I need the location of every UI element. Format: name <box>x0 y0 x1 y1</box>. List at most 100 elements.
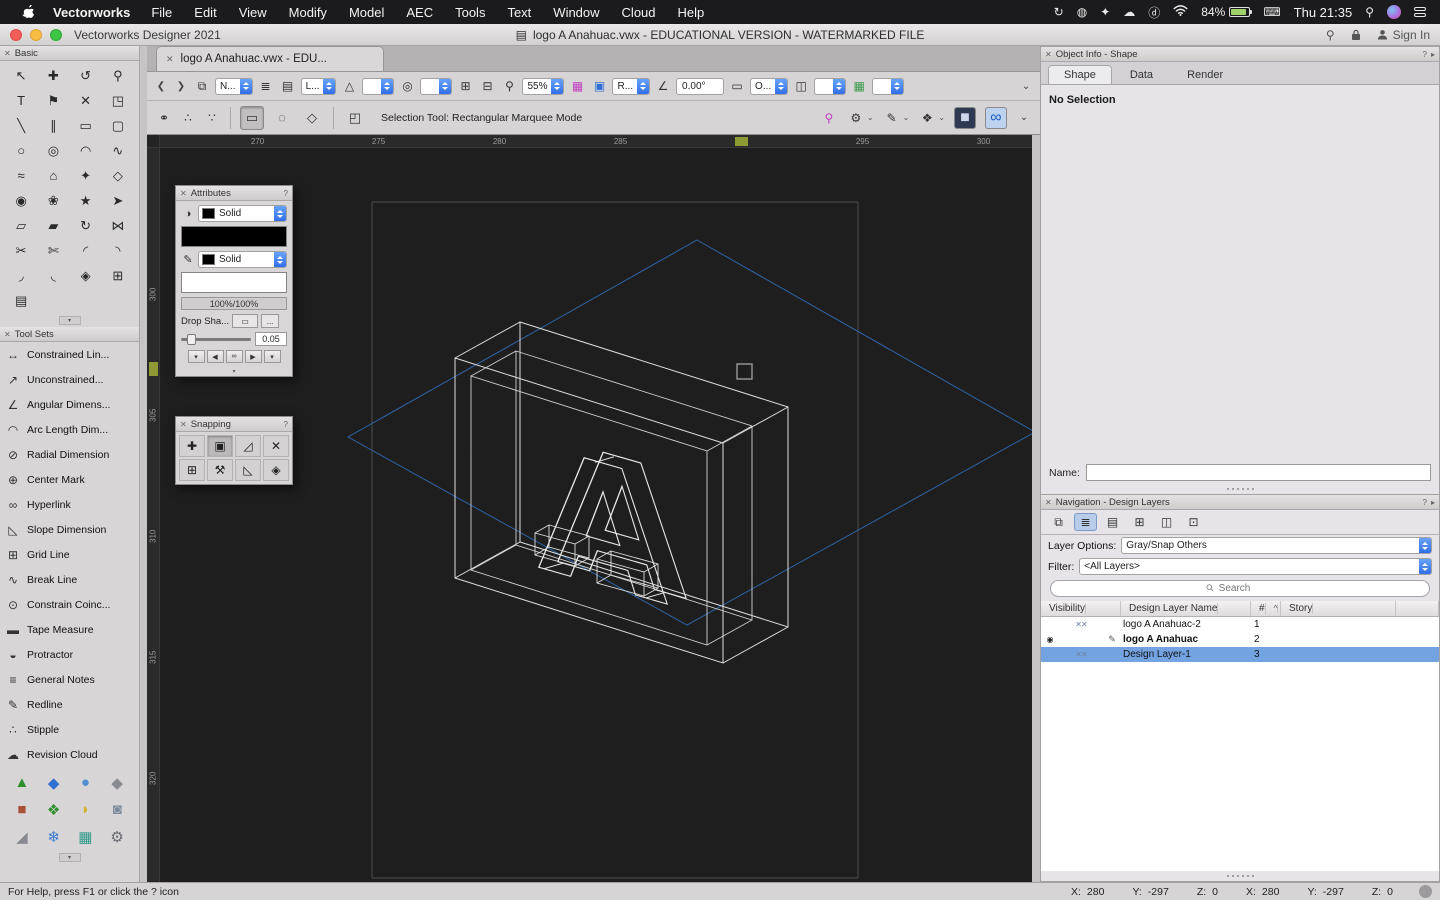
view-pane-icon[interactable]: ◫ <box>792 77 810 95</box>
menu-item[interactable]: View <box>228 5 278 20</box>
menu-item[interactable]: Window <box>542 5 610 20</box>
menu-item[interactable]: File <box>140 5 183 20</box>
working-plane-icon[interactable]: △ <box>340 77 358 95</box>
visibility-off-icon[interactable]: ✕✕ <box>1059 650 1103 659</box>
settings-tools-icon[interactable]: ⚙ <box>101 823 133 850</box>
polyline-tool[interactable]: ≈ <box>5 163 37 188</box>
grid-tools-icon[interactable]: ▦ <box>70 823 102 850</box>
stone-tools-icon[interactable]: ◆ <box>101 769 133 796</box>
nav-design-layers-icon[interactable]: ≣ <box>1074 513 1097 531</box>
toolset-item[interactable]: ◠ Arc Length Dim... <box>0 417 139 442</box>
toolbar-overflow-chevron[interactable]: ⌄ <box>1018 77 1034 95</box>
menu-bar-clock[interactable]: Thu 21:35 <box>1294 5 1353 20</box>
toolset-item[interactable]: ◒ Protractor <box>0 642 139 667</box>
rotate-tool[interactable]: ↻ <box>70 213 102 238</box>
attr-dropdown-button-2[interactable]: ▾ <box>263 350 281 363</box>
close-tab-icon[interactable]: ✕ <box>166 54 174 65</box>
arc-tool[interactable]: ◠ <box>70 138 102 163</box>
opacity-indicator[interactable]: 100%/100% <box>181 297 287 310</box>
visible-eye-icon[interactable]: ◉ <box>1041 635 1059 644</box>
sign-in-button[interactable]: Sign In <box>1377 28 1430 42</box>
layer-row-selected[interactable]: ✕✕ Design Layer-1 3 <box>1041 647 1439 662</box>
menu-item[interactable]: Model <box>338 5 395 20</box>
toolset-item[interactable]: ☁ Revision Cloud <box>0 742 139 767</box>
search-icon[interactable]: ⚲ <box>1326 28 1335 42</box>
menu-item[interactable]: Edit <box>183 5 227 20</box>
attributes-palette[interactable]: ✕ Attributes ? ◑ Solid ✎ Solid 100%/100%… <box>175 185 293 377</box>
filter-dropdown[interactable]: <All Layers> <box>1079 558 1432 575</box>
panel-arrow-icon[interactable]: ▸ <box>1431 498 1435 507</box>
stepper-icon[interactable] <box>381 78 394 94</box>
menu-item[interactable]: AEC <box>395 5 444 20</box>
fill-bucket-icon[interactable]: ◑ <box>181 208 195 220</box>
menu-item[interactable]: Help <box>667 5 716 20</box>
wifi-icon[interactable] <box>1173 5 1188 19</box>
nav-saved-views-icon[interactable]: ⊞ <box>1128 513 1151 531</box>
attr-next-button[interactable]: ▶ <box>244 350 262 363</box>
freehand-tool[interactable]: ∿ <box>102 138 134 163</box>
grid-minus-icon[interactable]: ⊟ <box>478 77 496 95</box>
lasso-mode-button[interactable]: ◌ <box>270 106 294 130</box>
rectangular-marquee-mode-button[interactable]: ▭ <box>240 105 264 130</box>
pen-color-preview[interactable] <box>181 272 287 293</box>
toolset-item[interactable]: ⊘ Radial Dimension <box>0 442 139 467</box>
masonry-tools-icon[interactable]: ■ <box>6 796 38 823</box>
arrow-tool[interactable]: ➤ <box>102 188 134 213</box>
snap-to-grid-icon[interactable]: ✚ <box>179 435 205 457</box>
rounded-rectangle-tool[interactable]: ▢ <box>102 113 134 138</box>
palette-resize-grip[interactable] <box>1041 484 1439 494</box>
diamond-tool[interactable]: ◇ <box>102 163 134 188</box>
split-tool[interactable]: ✄ <box>37 238 69 263</box>
attr-dropdown-button[interactable]: ▾ <box>187 350 205 363</box>
search-input[interactable] <box>1218 583 1273 594</box>
fillet-tool[interactable]: ◜ <box>70 238 102 263</box>
parallelogram-tool[interactable]: ▰ <box>37 213 69 238</box>
stepper-icon[interactable] <box>551 78 564 94</box>
toolset-item[interactable]: ∞ Hyperlink <box>0 492 139 517</box>
close-icon[interactable]: ✕ <box>1045 50 1052 59</box>
stepper-icon[interactable] <box>1419 538 1431 553</box>
tab-render[interactable]: Render <box>1171 65 1239 84</box>
connect-tool[interactable]: ◟ <box>37 263 69 288</box>
duet-icon[interactable]: ⓓ <box>1148 4 1160 21</box>
layer-row[interactable]: ✕✕ logo A Anahuac-2 1 <box>1041 617 1439 632</box>
ring-icon[interactable]: ◍ <box>1077 5 1087 19</box>
nav-classes-icon[interactable]: ◫ <box>1155 513 1178 531</box>
screen-icon[interactable]: ⧉ <box>193 77 211 95</box>
layer-plane-grid-icon[interactable]: ▦ <box>568 77 586 95</box>
toolset-item[interactable]: ≡ General Notes <box>0 667 139 692</box>
snap-to-working-plane-icon[interactable]: ◺ <box>235 459 261 481</box>
panel-arrow-icon[interactable]: ▸ <box>1431 50 1435 59</box>
drop-shadow-toggle[interactable]: ▭ <box>232 314 259 328</box>
siri-icon[interactable] <box>1387 5 1401 19</box>
layer-row-active[interactable]: ◉ ✎ logo A Anahuac 2 <box>1041 632 1439 647</box>
drawing-canvas[interactable]: A A 270 275 280 285 295 300 300 305 310 … <box>147 135 1032 882</box>
double-line-tool[interactable]: ∥ <box>37 113 69 138</box>
star-tool[interactable]: ★ <box>70 188 102 213</box>
menu-item[interactable]: Tools <box>444 5 496 20</box>
spiral-tool[interactable]: ◉ <box>5 188 37 213</box>
stepper-icon[interactable] <box>775 78 788 94</box>
basic-palette-collapse[interactable]: ▾ <box>58 316 81 325</box>
help-icon[interactable]: ? <box>1423 498 1427 507</box>
visibility-off-icon[interactable]: ✕✕ <box>1059 620 1103 629</box>
nodes-mode-b-icon[interactable]: ∵ <box>203 109 221 127</box>
data-vis-icon[interactable]: ▦ <box>850 77 868 95</box>
pen-style-dropdown[interactable]: Solid <box>198 251 287 268</box>
table-header-row[interactable]: Visibility Design Layer Name # ^ Story <box>1041 601 1439 617</box>
trim-tool[interactable]: ✂ <box>5 238 37 263</box>
toolset-item[interactable]: ✎ Redline <box>0 692 139 717</box>
class-stack-icon[interactable]: ≣ <box>257 77 275 95</box>
resize-tool[interactable]: ⊞ <box>102 263 134 288</box>
object-name-input[interactable] <box>1085 464 1431 481</box>
spotlight-icon[interactable]: ⚲ <box>1365 5 1374 19</box>
grid-plus-icon[interactable]: ⊞ <box>456 77 474 95</box>
circle-tool[interactable]: ○ <box>5 138 37 163</box>
line-thickness-value[interactable]: 0.05 <box>255 332 287 346</box>
chamfer-tool[interactable]: ◝ <box>102 238 134 263</box>
snap-to-object-icon[interactable]: ▣ <box>207 435 233 457</box>
toolsets-palette-collapse[interactable]: ▾ <box>58 853 81 862</box>
nav-references-icon[interactable]: ⧉ <box>1047 513 1070 531</box>
cross-tool[interactable]: ✕ <box>70 88 102 113</box>
toolset-item[interactable]: ↔ Constrained Lin... <box>0 342 139 367</box>
